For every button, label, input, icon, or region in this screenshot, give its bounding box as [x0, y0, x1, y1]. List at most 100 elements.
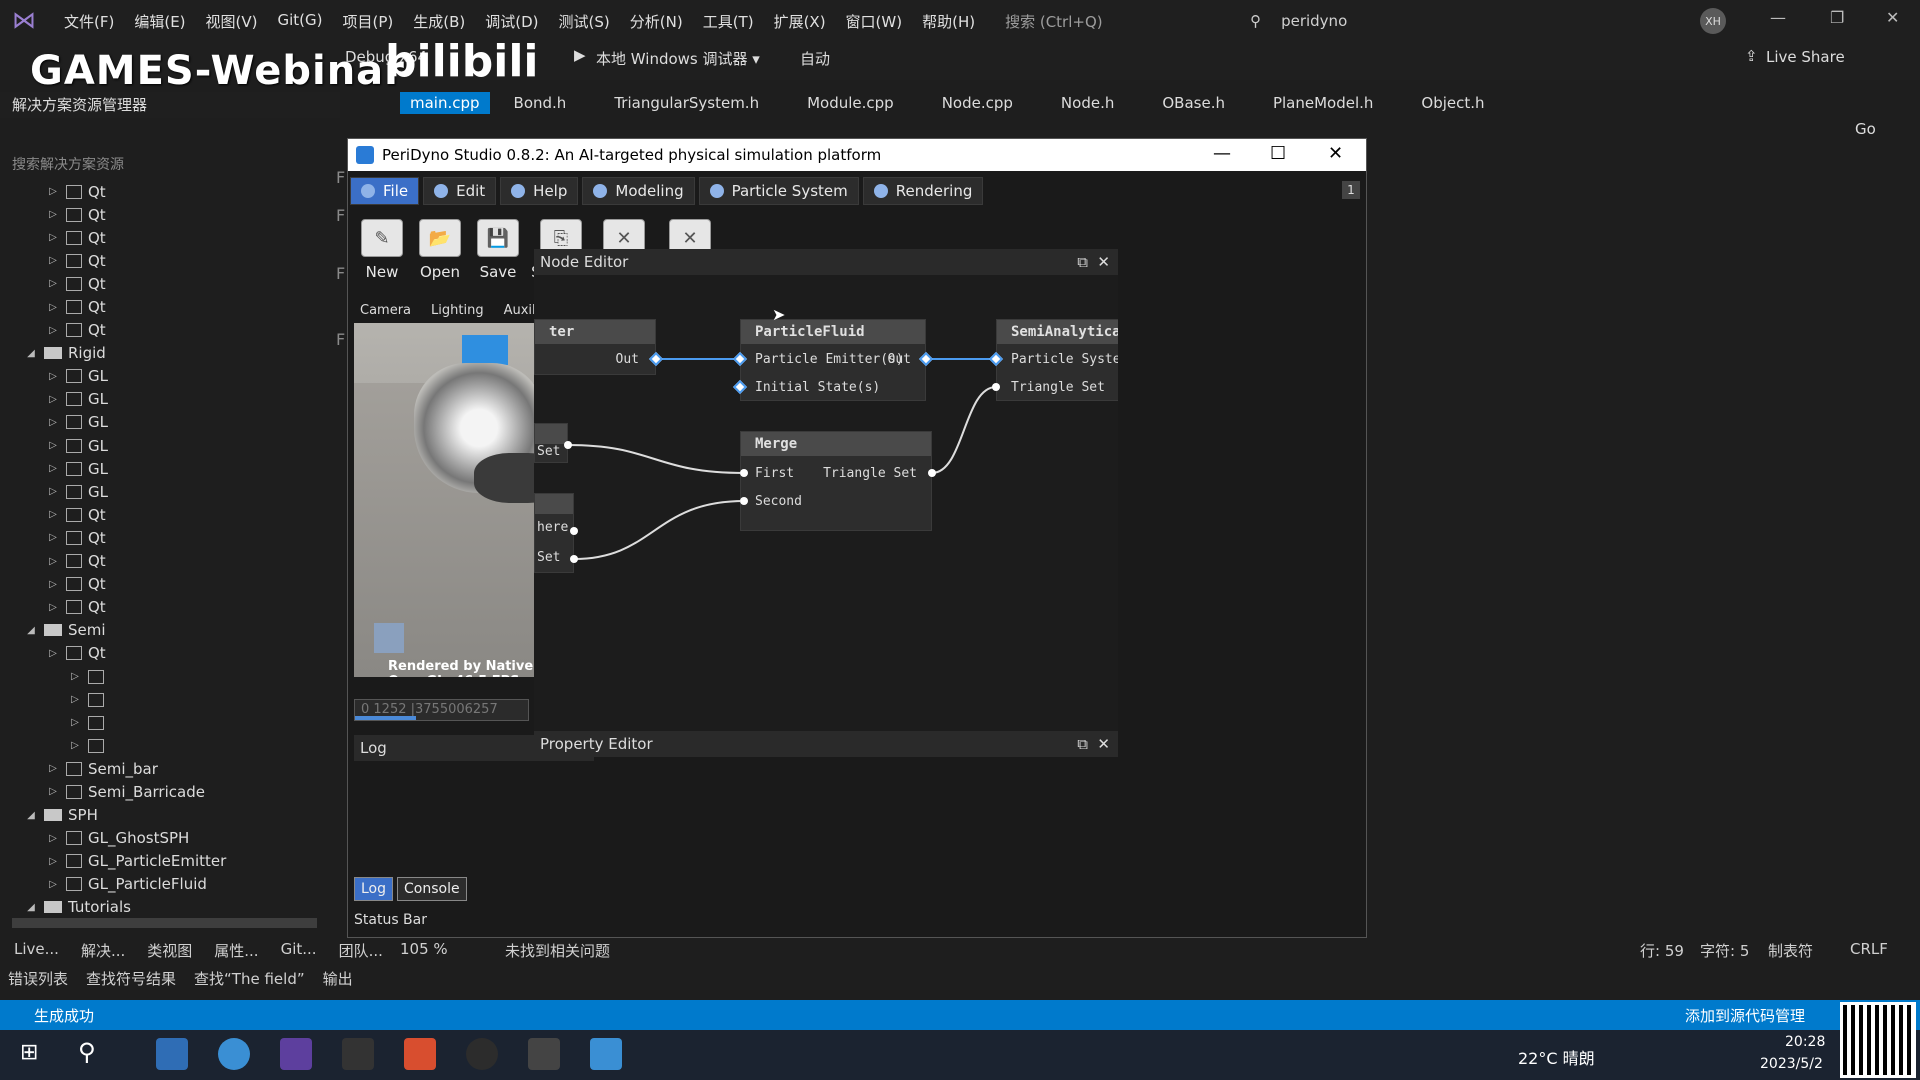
collapsed-chevron-icon[interactable]: ▷ [46, 371, 60, 382]
pd-menu-edit[interactable]: Edit [423, 177, 497, 205]
output-dot[interactable] [564, 441, 572, 449]
tree-row[interactable]: ▷ [0, 665, 330, 688]
tree-row[interactable]: ▷ [0, 688, 330, 711]
tree-row[interactable]: ◢ Semi [0, 619, 330, 642]
wps-icon[interactable] [404, 1038, 436, 1070]
tree-row[interactable]: ▷ GL_GhostSPH [0, 827, 330, 850]
tree-row[interactable]: ▷ Qt [0, 573, 330, 596]
collapsed-chevron-icon[interactable]: ▷ [46, 856, 60, 867]
pd-menu-file[interactable]: File [350, 177, 420, 205]
menu-item[interactable]: 分析(N) [620, 11, 693, 32]
panel-tab[interactable]: 错误列表 [8, 968, 68, 989]
collapsed-chevron-icon[interactable]: ▷ [46, 579, 60, 590]
file-explorer-icon[interactable] [156, 1038, 188, 1070]
pd-menu-help[interactable]: Help [500, 177, 579, 205]
close-icon[interactable]: ✕ [1097, 731, 1110, 757]
save-button[interactable]: 💾 Save [470, 219, 526, 291]
explorer-tab[interactable]: Git... [281, 940, 317, 961]
merge-node[interactable]: Merge First Second Triangle Set [740, 431, 932, 531]
zoom-dropdown[interactable]: 105 % [400, 940, 448, 958]
document-tab[interactable]: Node.cpp [918, 94, 1037, 112]
weather-status[interactable]: 22°C 晴朗 [1518, 1045, 1595, 1069]
explorer-tab[interactable]: 类视图 [147, 940, 192, 961]
collapsed-chevron-icon[interactable]: ▷ [46, 255, 60, 266]
expanded-chevron-icon[interactable]: ◢ [24, 810, 38, 821]
viewport-tab[interactable]: Camera [360, 303, 411, 323]
collapsed-chevron-icon[interactable]: ▷ [46, 302, 60, 313]
document-tab[interactable]: OBase.h [1138, 94, 1249, 112]
menu-item[interactable]: 帮助(H) [912, 11, 985, 32]
source-control-button[interactable]: 添加到源代码管理 [1685, 1005, 1805, 1026]
tree-row[interactable]: ▷ Qt [0, 526, 330, 549]
explorer-tab[interactable]: Live... [14, 940, 59, 961]
collapsed-chevron-icon[interactable]: ▷ [68, 740, 82, 751]
menu-item[interactable]: Git(G) [268, 11, 333, 32]
pd-menu-modeling[interactable]: Modeling [582, 177, 695, 205]
tree-row[interactable]: ▷ GL_ParticleEmitter [0, 850, 330, 873]
tree-row[interactable]: ▷ [0, 711, 330, 734]
tree-row[interactable]: ▷ GL [0, 388, 330, 411]
node-editor-canvas[interactable]: ter Out ParticleFluid Particle Emitter(s… [534, 275, 1118, 731]
menu-item[interactable]: 文件(F) [54, 11, 124, 32]
collapsed-chevron-icon[interactable]: ▷ [46, 509, 60, 520]
browser-icon[interactable] [218, 1038, 250, 1070]
input-dot[interactable] [740, 497, 748, 505]
output-dot[interactable] [928, 469, 936, 477]
collapsed-chevron-icon[interactable]: ▷ [46, 278, 60, 289]
left-node-1[interactable]: Set [534, 423, 568, 463]
document-tab[interactable]: Object.h [1397, 94, 1508, 112]
collapsed-chevron-icon[interactable]: ▷ [46, 209, 60, 220]
collapsed-chevron-icon[interactable]: ▷ [46, 463, 60, 474]
tree-row[interactable]: ▷ Qt [0, 596, 330, 619]
clock-date[interactable]: 2023/5/2 [1760, 1056, 1823, 1072]
menu-item[interactable]: 生成(B) [403, 11, 475, 32]
tab-main-cpp[interactable]: main.cpp [400, 92, 490, 114]
expanded-chevron-icon[interactable]: ◢ [24, 625, 38, 636]
tree-row[interactable]: ▷ GL [0, 365, 330, 388]
visual-studio-icon[interactable] [280, 1038, 312, 1070]
run-target-button[interactable]: 本地 Windows 调试器 ▾ [596, 48, 760, 69]
collapsed-chevron-icon[interactable]: ▷ [46, 648, 60, 659]
issues-status[interactable]: 未找到相关问题 [505, 940, 610, 961]
left-node-2[interactable]: here Set [534, 493, 574, 573]
document-tab[interactable]: Node.h [1037, 94, 1138, 112]
notification-badge[interactable]: 1 [1342, 181, 1360, 199]
explorer-tab[interactable]: 属性... [214, 940, 258, 961]
live-share-button[interactable]: Live Share [1766, 48, 1845, 66]
document-tab[interactable]: Bond.h [490, 94, 591, 112]
collapsed-chevron-icon[interactable]: ▷ [46, 486, 60, 497]
collapsed-chevron-icon[interactable]: ▷ [46, 232, 60, 243]
expanded-chevron-icon[interactable]: ◢ [24, 348, 38, 359]
undock-icon[interactable]: ⧉ [1077, 731, 1088, 757]
log-tab-log[interactable]: Log [354, 877, 394, 901]
tree-row[interactable]: ▷ Qt [0, 180, 330, 203]
explorer-tab[interactable]: 解决... [81, 940, 125, 961]
expanded-chevron-icon[interactable]: ◢ [24, 902, 38, 913]
collapsed-chevron-icon[interactable]: ▷ [68, 717, 82, 728]
open-button[interactable]: 📂 Open [412, 219, 468, 291]
tree-row[interactable]: ▷ [0, 734, 330, 757]
close-icon[interactable]: ✕ [1097, 249, 1110, 275]
collapsed-chevron-icon[interactable]: ▷ [46, 763, 60, 774]
explorer-tab[interactable]: 团队... [339, 940, 383, 961]
log-tab-console[interactable]: Console [397, 877, 467, 901]
collapsed-chevron-icon[interactable]: ▷ [46, 833, 60, 844]
tree-row[interactable]: ▷ GL [0, 434, 330, 457]
restore-icon[interactable]: ❐ [1830, 8, 1844, 27]
search-icon[interactable]: ⚲ [1250, 12, 1261, 30]
go-label[interactable]: Go [1855, 120, 1876, 138]
solution-search-input[interactable]: 搜索解决方案资源 [12, 154, 124, 174]
collapsed-chevron-icon[interactable]: ▷ [46, 394, 60, 405]
tree-row[interactable]: ▷ Qt [0, 226, 330, 249]
terminal-icon[interactable] [528, 1038, 560, 1070]
obs-icon[interactable] [466, 1038, 498, 1070]
tree-row[interactable]: ▷ Qt [0, 249, 330, 272]
tree-row[interactable]: ▷ Qt [0, 642, 330, 665]
new-button[interactable]: ✎ New [354, 219, 410, 291]
tree-row[interactable]: ▷ Semi_bar [0, 757, 330, 780]
panel-tab[interactable]: 输出 [323, 968, 353, 989]
collapsed-chevron-icon[interactable]: ▷ [46, 325, 60, 336]
document-tab[interactable]: Module.cpp [783, 94, 918, 112]
collapsed-chevron-icon[interactable]: ▷ [46, 440, 60, 451]
collapsed-chevron-icon[interactable]: ▷ [46, 186, 60, 197]
